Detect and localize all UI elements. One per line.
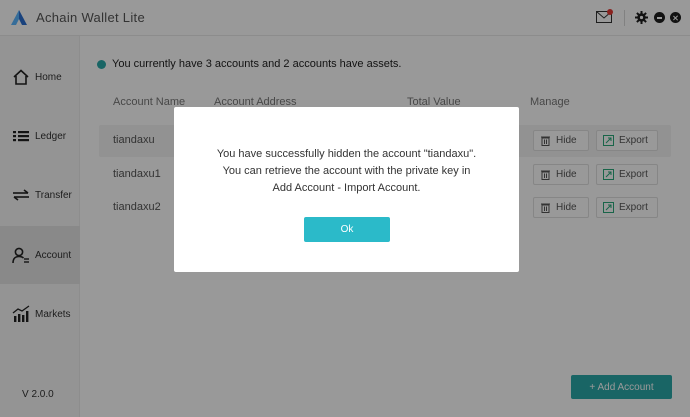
- modal-overlay: You have successfully hidden the account…: [0, 0, 690, 417]
- ok-button[interactable]: Ok: [304, 217, 390, 242]
- dialog-message-line: You can retrieve the account with the pr…: [222, 165, 471, 177]
- success-dialog: You have successfully hidden the account…: [174, 107, 519, 272]
- dialog-message-line: You have successfully hidden the account…: [216, 148, 477, 160]
- dialog-message-line: Add Account - Import Account.: [272, 182, 421, 194]
